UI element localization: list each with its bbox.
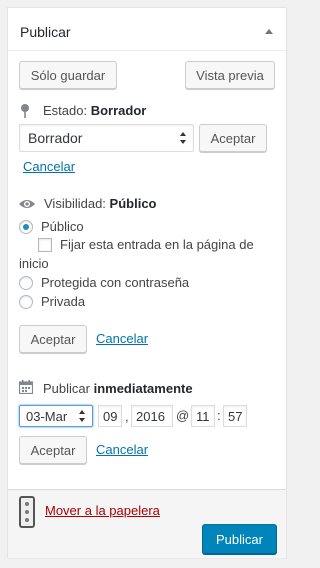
radio-password[interactable] [19,276,33,290]
visibility-cancel-link[interactable]: Cancelar [96,331,148,346]
schedule-label: Publicar inmediatamente [43,381,193,396]
status-select[interactable]: Borrador [19,124,194,152]
radio-private[interactable] [19,295,33,309]
status-label: Estado: Borrador [43,103,146,118]
radio-public[interactable] [19,220,33,234]
calendar-icon [19,380,33,394]
day-input[interactable]: 09 [98,405,122,427]
year-input[interactable]: 2016 [131,405,173,427]
select-arrows-icon [79,410,85,422]
select-arrows-icon [180,132,186,144]
status-value: Borrador [90,103,147,118]
move-to-trash-link[interactable]: Mover a la papelera [45,503,160,518]
radio-password-label: Protegida con contraseña [41,275,190,290]
schedule-cancel-link[interactable]: Cancelar [96,442,148,457]
visibility-label-text: Visibilidad: [44,196,106,211]
schedule-label-text: Publicar [43,381,90,396]
pin-icon [21,104,29,118]
publish-box-header[interactable]: Publicar [8,8,286,51]
panel-title: Publicar [20,24,71,40]
date-comma: , [125,409,129,424]
visibility-accept-button[interactable]: Aceptar [19,325,87,353]
trash-icon[interactable] [19,496,35,528]
publish-button[interactable]: Publicar [202,524,277,554]
status-cancel-link[interactable]: Cancelar [23,159,75,174]
schedule-accept-button[interactable]: Aceptar [19,436,87,464]
time-colon: : [217,408,221,423]
radio-private-label: Privada [41,294,86,309]
status-select-value: Borrador [28,130,83,146]
publish-box: Publicar Sólo guardar Vista previa Estad… [7,7,287,558]
save-draft-button[interactable]: Sólo guardar [19,61,117,89]
minute-input[interactable]: 57 [223,405,247,427]
eye-icon [19,200,35,208]
status-label-text: Estado: [43,103,88,118]
visibility-value: Público [109,196,157,211]
sticky-checkbox[interactable] [38,238,52,252]
schedule-value: inmediatamente [93,381,193,396]
collapse-arrow-icon[interactable] [265,29,273,34]
sticky-label-continued: inicio [19,256,49,271]
publish-footer: Mover a la papelera Publicar [8,489,286,558]
visibility-label: Visibilidad: Público [44,196,157,211]
month-select-value: 03-Mar [26,408,68,424]
month-select[interactable]: 03-Mar [19,405,93,427]
hour-input[interactable]: 11 [191,405,215,427]
preview-button[interactable]: Vista previa [185,61,275,89]
at-sign: @ [176,408,190,423]
sticky-label: Fijar esta entrada en la página de [60,237,254,252]
status-accept-button[interactable]: Aceptar [199,124,267,152]
radio-public-label: Público [41,219,84,234]
